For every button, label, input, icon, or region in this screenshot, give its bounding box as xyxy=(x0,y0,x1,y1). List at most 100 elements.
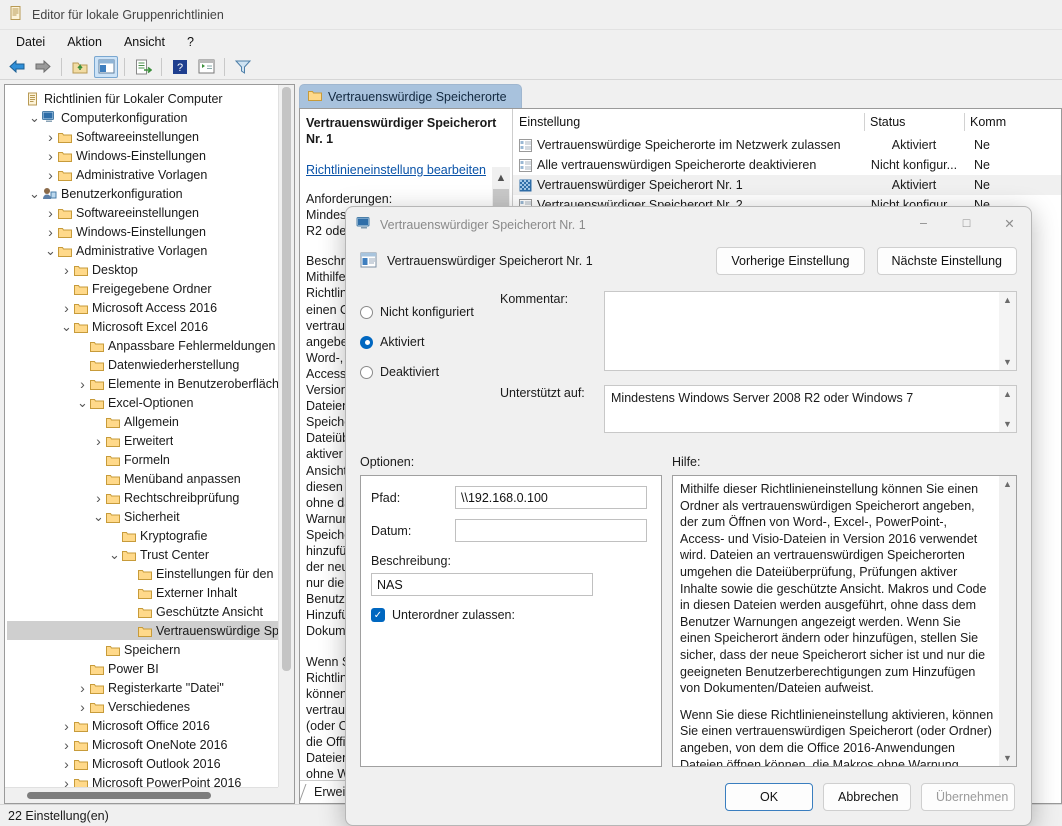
chevron-down-icon[interactable]: ⌄ xyxy=(27,111,42,124)
subfolder-checkbox-row[interactable]: ✓ Unterordner zulassen: xyxy=(371,608,661,622)
maximize-button[interactable]: □ xyxy=(945,207,988,239)
table-row[interactable]: Vertrauenswürdiger Speicherort Nr. 1 Akti… xyxy=(513,175,1061,195)
close-button[interactable]: ✕ xyxy=(988,207,1031,239)
comment-scrollbar[interactable]: ▲ ▼ xyxy=(999,292,1016,370)
tree-item[interactable]: Allgemein xyxy=(7,412,278,431)
forward-icon[interactable] xyxy=(31,56,55,78)
comment-textarea[interactable]: ▲ ▼ xyxy=(604,291,1017,371)
menu-datei[interactable]: Datei xyxy=(6,32,55,52)
tree-hscroll-thumb[interactable] xyxy=(27,792,211,799)
tree-item[interactable]: Einstellungen für den xyxy=(7,564,278,583)
column-header-status[interactable]: Status xyxy=(864,109,964,135)
radio-icon[interactable] xyxy=(360,365,373,379)
next-setting-button[interactable]: Nächste Einstellung xyxy=(876,247,1017,275)
chevron-right-icon[interactable]: › xyxy=(75,680,90,696)
scroll-up-icon[interactable]: ▲ xyxy=(1003,479,1012,489)
chevron-right-icon[interactable]: › xyxy=(59,718,74,734)
scroll-up-icon[interactable]: ▲ xyxy=(1003,295,1012,305)
chevron-right-icon[interactable]: › xyxy=(43,167,58,183)
filter-icon[interactable] xyxy=(231,56,255,78)
tree-item[interactable]: Vertrauenswürdige Sp xyxy=(7,621,278,640)
tree-item[interactable]: Menüband anpassen xyxy=(7,469,278,488)
menu-hilfe[interactable]: ? xyxy=(177,32,204,52)
tree-item[interactable]: Power BI xyxy=(7,659,278,678)
tree-item[interactable]: › Verschiedenes xyxy=(7,697,278,716)
tree-item[interactable]: ⌄ Microsoft Excel 2016 xyxy=(7,317,278,336)
chevron-down-icon[interactable]: ⌄ xyxy=(27,187,42,200)
up-folder-icon[interactable] xyxy=(68,56,92,78)
radio-deaktiviert[interactable]: Deaktiviert xyxy=(360,357,490,387)
chevron-right-icon[interactable]: › xyxy=(43,205,58,221)
tree-item[interactable]: › Microsoft Access 2016 xyxy=(7,298,278,317)
tree-item[interactable]: › Microsoft OneNote 2016 xyxy=(7,735,278,754)
table-row[interactable]: Alle vertrauenswürdigen Speicherorte dea… xyxy=(513,155,1061,175)
tree-item[interactable]: › Elemente in Benutzeroberfläche xyxy=(7,374,278,393)
tree-item[interactable]: › Softwareeinstellungen xyxy=(7,127,278,146)
tree-item[interactable]: › Desktop xyxy=(7,260,278,279)
tree-item[interactable]: › Softwareeinstellungen xyxy=(7,203,278,222)
chevron-right-icon[interactable]: › xyxy=(59,262,74,278)
chevron-right-icon[interactable]: › xyxy=(43,129,58,145)
radio-icon[interactable] xyxy=(360,305,373,319)
chevron-right-icon[interactable]: › xyxy=(59,300,74,316)
chevron-right-icon[interactable]: › xyxy=(91,490,106,506)
tree-item[interactable]: ⌄ Administrative Vorlagen xyxy=(7,241,278,260)
tree-item[interactable]: ⌄ Sicherheit xyxy=(7,507,278,526)
tree-item[interactable]: › Rechtschreibprüfung xyxy=(7,488,278,507)
tree-rows[interactable]: Richtlinien für Lokaler Computer ⌄ Compute… xyxy=(5,85,278,787)
scroll-up-icon[interactable]: ▲ xyxy=(492,167,510,189)
previous-setting-button[interactable]: Vorherige Einstellung xyxy=(716,247,865,275)
tree-item[interactable]: › Administrative Vorlagen xyxy=(7,165,278,184)
menu-ansicht[interactable]: Ansicht xyxy=(114,32,175,52)
column-header-kommentar[interactable]: Komm xyxy=(964,109,1024,135)
tree-item[interactable]: Speichern xyxy=(7,640,278,659)
apply-button[interactable]: Übernehmen xyxy=(921,783,1015,811)
option-description-input[interactable] xyxy=(371,573,593,596)
tree-horizontal-scrollbar[interactable] xyxy=(5,787,278,803)
tree-item[interactable]: › Windows-Einstellungen xyxy=(7,146,278,165)
tree-item[interactable]: Formeln xyxy=(7,450,278,469)
scroll-up-icon[interactable]: ▲ xyxy=(1003,389,1012,399)
chevron-right-icon[interactable]: › xyxy=(75,699,90,715)
chevron-down-icon[interactable]: ⌄ xyxy=(91,510,106,523)
tree-item[interactable]: ⌄ Trust Center xyxy=(7,545,278,564)
tree-item[interactable]: Richtlinien für Lokaler Computer xyxy=(7,89,278,108)
tree-item[interactable]: ⌄ Excel-Optionen xyxy=(7,393,278,412)
tree-item[interactable]: Externer Inhalt xyxy=(7,583,278,602)
supported-scrollbar[interactable]: ▲ ▼ xyxy=(999,386,1016,432)
radio-nicht-konfiguriert[interactable]: Nicht konfiguriert xyxy=(360,297,490,327)
date-input[interactable] xyxy=(455,519,647,542)
properties-icon[interactable] xyxy=(194,56,218,78)
scroll-down-icon[interactable]: ▼ xyxy=(1003,753,1012,763)
export-list-icon[interactable] xyxy=(131,56,155,78)
tree-item[interactable]: › Microsoft PowerPoint 2016 xyxy=(7,773,278,787)
chevron-right-icon[interactable]: › xyxy=(91,433,106,449)
tree-item[interactable]: › Microsoft Outlook 2016 xyxy=(7,754,278,773)
help-scrollbar[interactable]: ▲ ▼ xyxy=(999,476,1016,766)
chevron-right-icon[interactable]: › xyxy=(59,756,74,772)
tree-vertical-scrollbar[interactable] xyxy=(278,85,294,787)
minimize-button[interactable]: – xyxy=(902,207,945,239)
tab-vertrauenswuerdige-speicherorte[interactable]: Vertrauenswürdige Speicherorte xyxy=(299,84,522,108)
tree-item[interactable]: Kryptografie xyxy=(7,526,278,545)
tree-item[interactable]: Datenwiederherstellung xyxy=(7,355,278,374)
supported-on-textarea[interactable]: Mindestens Windows Server 2008 R2 oder W… xyxy=(604,385,1017,433)
chevron-right-icon[interactable]: › xyxy=(59,775,74,788)
checkbox-checked-icon[interactable]: ✓ xyxy=(371,608,385,622)
table-row[interactable]: Vertrauenswürdige Speicherorte im Netzwe… xyxy=(513,135,1061,155)
scroll-down-icon[interactable]: ▼ xyxy=(1003,357,1012,367)
chevron-down-icon[interactable]: ⌄ xyxy=(107,548,122,561)
help-icon[interactable]: ? xyxy=(168,56,192,78)
show-tree-icon[interactable] xyxy=(94,55,118,78)
tree-item[interactable]: ⌄ Computerkonfiguration xyxy=(7,108,278,127)
cancel-button[interactable]: Abbrechen xyxy=(823,783,911,811)
chevron-right-icon[interactable]: › xyxy=(43,224,58,240)
scroll-down-icon[interactable]: ▼ xyxy=(1003,419,1012,429)
dialog-titlebar[interactable]: Vertrauenswürdiger Speicherort Nr. 1 – □… xyxy=(346,207,1031,243)
tree-item[interactable]: Anpassbare Fehlermeldungen xyxy=(7,336,278,355)
tree-item[interactable]: Geschützte Ansicht xyxy=(7,602,278,621)
chevron-down-icon[interactable]: ⌄ xyxy=(43,244,58,257)
column-header-einstellung[interactable]: Einstellung xyxy=(513,109,864,135)
chevron-down-icon[interactable]: ⌄ xyxy=(59,320,74,333)
radio-icon-selected[interactable] xyxy=(360,335,373,349)
